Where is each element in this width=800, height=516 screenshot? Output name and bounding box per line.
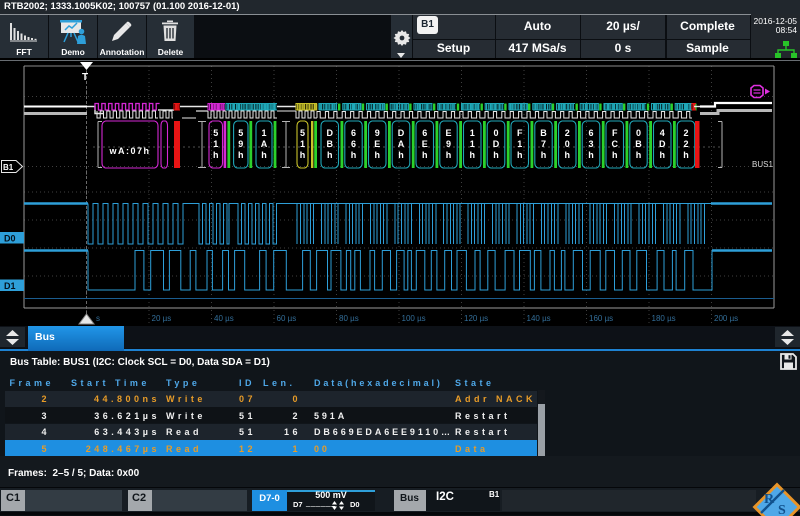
svg-text:h: h	[213, 150, 219, 160]
svg-text:1: 1	[517, 139, 522, 149]
svg-text:BUS1: BUS1	[752, 160, 773, 169]
svg-text:9: 9	[238, 139, 243, 149]
svg-text:B1: B1	[3, 163, 14, 172]
svg-text:h: h	[398, 150, 404, 160]
svg-text:h: h	[541, 150, 547, 160]
svg-text:E: E	[445, 128, 451, 138]
svg-text:B: B	[635, 139, 642, 149]
svg-text:h: h	[261, 150, 267, 160]
svg-text:h: h	[422, 150, 428, 160]
svg-text:h: h	[300, 150, 306, 160]
svg-text:6: 6	[351, 128, 356, 138]
svg-text:9: 9	[375, 128, 380, 138]
svg-text:80 µs: 80 µs	[339, 314, 359, 323]
svg-text:0: 0	[565, 139, 570, 149]
svg-text:5: 5	[238, 128, 243, 138]
svg-text:2: 2	[683, 128, 688, 138]
svg-text:F: F	[517, 128, 523, 138]
svg-text:h: h	[564, 150, 570, 160]
svg-text:1: 1	[470, 139, 475, 149]
svg-text:S: S	[778, 503, 786, 516]
svg-text:E: E	[422, 139, 428, 149]
svg-text:60 µs: 60 µs	[277, 314, 297, 323]
svg-text:h: h	[374, 150, 380, 160]
svg-text:T: T	[82, 72, 88, 83]
svg-text:6: 6	[351, 139, 356, 149]
svg-text:h: h	[683, 150, 689, 160]
svg-text:wA:07h: wA:07h	[108, 146, 150, 156]
svg-text:5: 5	[213, 128, 218, 138]
svg-text:4: 4	[660, 128, 665, 138]
svg-text:h: h	[493, 150, 499, 160]
svg-text:1: 1	[261, 128, 266, 138]
svg-text:9: 9	[446, 139, 451, 149]
svg-text:3: 3	[588, 139, 593, 149]
svg-text:1: 1	[300, 139, 305, 149]
svg-text:1: 1	[470, 128, 475, 138]
svg-text:160 µs: 160 µs	[589, 314, 613, 323]
svg-text:180 µs: 180 µs	[652, 314, 676, 323]
svg-text:A: A	[398, 139, 405, 149]
svg-text:140 µs: 140 µs	[527, 314, 551, 323]
svg-text:200 µs: 200 µs	[714, 314, 738, 323]
svg-text:120 µs: 120 µs	[464, 314, 488, 323]
svg-text:D: D	[659, 139, 666, 149]
svg-text:D: D	[398, 128, 405, 138]
svg-text:E: E	[374, 139, 380, 149]
svg-text:h: h	[636, 150, 642, 160]
svg-text:D0: D0	[4, 234, 16, 244]
svg-text:s: s	[96, 314, 100, 323]
svg-text:20 µs: 20 µs	[152, 314, 172, 323]
svg-text:2: 2	[565, 128, 570, 138]
svg-text:h: h	[351, 150, 357, 160]
svg-text:100 µs: 100 µs	[402, 314, 426, 323]
svg-text:B: B	[327, 139, 334, 149]
svg-text:6: 6	[588, 128, 593, 138]
svg-text:h: h	[659, 150, 665, 160]
svg-text:A: A	[261, 139, 268, 149]
svg-text:h: h	[517, 150, 523, 160]
svg-text:h: h	[327, 150, 333, 160]
svg-text:1: 1	[213, 139, 218, 149]
svg-text:D: D	[493, 139, 500, 149]
svg-text:5: 5	[300, 128, 305, 138]
svg-text:R: R	[764, 492, 775, 507]
svg-text:D1: D1	[4, 281, 16, 291]
svg-text:h: h	[446, 150, 452, 160]
svg-text:h: h	[588, 150, 594, 160]
svg-text:h: h	[238, 150, 244, 160]
svg-text:h: h	[612, 150, 618, 160]
svg-text:40 µs: 40 µs	[214, 314, 234, 323]
svg-text:7: 7	[541, 139, 546, 149]
svg-text:B: B	[540, 128, 547, 138]
svg-text:h: h	[469, 150, 475, 160]
svg-text:F: F	[612, 128, 618, 138]
svg-text:0: 0	[493, 128, 498, 138]
svg-text:0: 0	[636, 128, 641, 138]
svg-text:6: 6	[422, 128, 427, 138]
svg-text:2: 2	[683, 139, 688, 149]
svg-text:C: C	[612, 139, 619, 149]
svg-text:D: D	[327, 128, 334, 138]
